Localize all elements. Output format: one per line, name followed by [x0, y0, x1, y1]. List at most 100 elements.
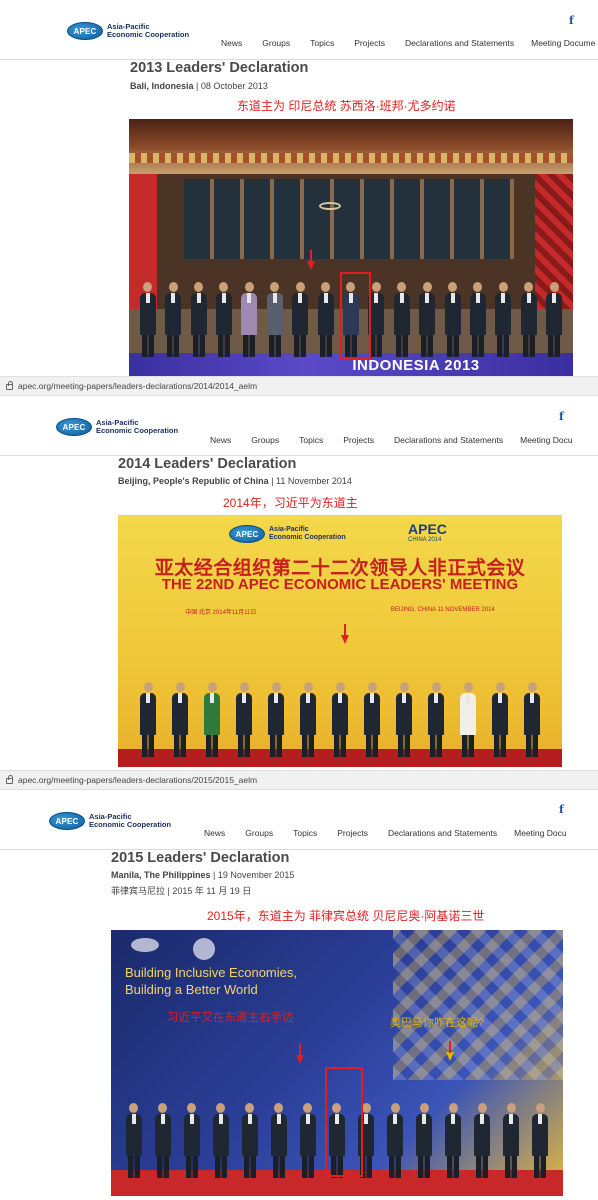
roof-trim	[129, 153, 573, 163]
leader	[503, 1103, 520, 1178]
declaration-location: Manila, The Philippines	[111, 870, 211, 880]
lock-icon	[6, 381, 13, 390]
triangle-pattern	[393, 930, 563, 1080]
banner-logo-line-2: Economic Cooperation	[269, 534, 346, 541]
main-nav: News Groups Topics Projects Declarations…	[210, 435, 593, 445]
apec-logo[interactable]: APEC Asia-Pacific Economic Cooperation	[67, 22, 189, 40]
site-header: APEC Asia-Pacific Economic Cooperation N…	[0, 790, 598, 850]
panel-2014: APEC Asia-Pacific Economic Cooperation N…	[0, 396, 598, 770]
leader	[474, 1103, 491, 1178]
leader	[204, 682, 220, 757]
apec-logo-badge: APEC	[67, 22, 103, 40]
arrow-indicator	[296, 1044, 304, 1064]
leader	[532, 1103, 549, 1178]
main-nav: News Groups Topics Projects Declarations…	[204, 828, 587, 838]
nav-projects[interactable]: Projects	[354, 38, 385, 48]
leaders-row	[118, 682, 562, 757]
leaders-group-photo: Building Inclusive Economies, Building a…	[111, 930, 563, 1196]
leader	[212, 1103, 229, 1178]
host-highlight-box	[340, 272, 371, 360]
panel-2015: APEC Asia-Pacific Economic Cooperation N…	[0, 790, 598, 1200]
leader	[546, 282, 563, 357]
nav-news[interactable]: News	[210, 435, 231, 445]
nav-groups[interactable]: Groups	[245, 828, 273, 838]
nav-news[interactable]: News	[221, 38, 242, 48]
url-text: apec.org/meeting-papers/leaders-declarat…	[18, 381, 258, 391]
declaration-location: Bali, Indonesia	[130, 81, 194, 91]
host-caption: 东道主为 印尼总统 苏西洛·班邦·尤多约诺	[237, 99, 456, 113]
apec-logo[interactable]: APEC Asia-Pacific Economic Cooperation	[49, 812, 171, 830]
leader	[140, 682, 156, 757]
facebook-icon[interactable]: f	[559, 803, 564, 816]
leader	[317, 282, 334, 357]
nav-meeting-docs[interactable]: Meeting Docu	[520, 435, 572, 445]
host-caption: 2014年，习近平为东道主	[223, 496, 358, 510]
emblem	[319, 202, 341, 210]
leader	[266, 282, 283, 357]
logo-badges	[131, 938, 215, 960]
page-title: 2014 Leaders' Declaration	[118, 456, 297, 472]
leader	[241, 1103, 258, 1178]
banner-text: INDONESIA 2013	[352, 356, 480, 374]
nav-declarations[interactable]: Declarations and Statements	[394, 435, 503, 445]
nav-topics[interactable]: Topics	[293, 828, 317, 838]
leader	[520, 282, 537, 357]
leader	[165, 282, 182, 357]
nav-groups[interactable]: Groups	[262, 38, 290, 48]
facebook-icon[interactable]: f	[559, 410, 564, 423]
banner-logo: APEC Asia-Pacific Economic Cooperation	[229, 525, 346, 543]
leader	[332, 682, 348, 757]
annotation-left: 习近平又在东道主右手边	[167, 1012, 294, 1024]
leader	[495, 282, 512, 357]
slogan-line-2: Building a Better World	[125, 982, 258, 997]
leader	[428, 682, 444, 757]
banner-logo-line-1: Asia-Pacific	[269, 526, 309, 533]
arrow-indicator	[307, 250, 315, 270]
leader	[445, 1103, 462, 1178]
nav-topics[interactable]: Topics	[299, 435, 323, 445]
page-title: 2015 Leaders' Declaration	[111, 850, 290, 866]
nav-meeting-docs[interactable]: Meeting Docume	[531, 38, 595, 48]
leader	[139, 282, 156, 357]
leaders-group-photo: APEC Asia-Pacific Economic Cooperation A…	[118, 515, 562, 767]
leader	[469, 282, 486, 357]
facebook-icon[interactable]: f	[569, 14, 574, 27]
nav-news[interactable]: News	[204, 828, 225, 838]
host-caption: 2015年，东道主为 菲律宾总统 贝尼尼奥·阿基诺三世	[207, 909, 485, 923]
nav-declarations[interactable]: Declarations and Statements	[388, 828, 497, 838]
declaration-date: | 08 October 2013	[196, 81, 268, 91]
nav-meeting-docs[interactable]: Meeting Docu	[514, 828, 566, 838]
logo-line-2: Economic Cooperation	[96, 426, 179, 435]
leader	[183, 1103, 200, 1178]
site-header: APEC Asia-Pacific Economic Cooperation N…	[0, 0, 598, 60]
browser-url-bar[interactable]: apec.org/meeting-papers/leaders-declarat…	[0, 770, 598, 790]
banner-english-title: THE 22ND APEC ECONOMIC LEADERS' MEETING	[161, 576, 519, 593]
leader	[387, 1103, 404, 1178]
page-title: 2013 Leaders' Declaration	[130, 60, 309, 76]
leader	[444, 282, 461, 357]
nav-topics[interactable]: Topics	[310, 38, 334, 48]
leader	[241, 282, 258, 357]
panel-2013: APEC Asia-Pacific Economic Cooperation N…	[0, 0, 598, 380]
nav-groups[interactable]: Groups	[251, 435, 279, 445]
apec-china-logo: APEC CHINA 2014	[386, 521, 447, 543]
apec-logo-badge: APEC	[56, 418, 92, 436]
banner-apec-badge: APEC	[229, 525, 265, 543]
leader	[268, 682, 284, 757]
declaration-meta-chinese: 菲律宾马尼拉 | 2015 年 11 月 19 日	[111, 886, 252, 896]
host-highlight-box	[325, 1067, 363, 1177]
logo-line-2: Economic Cooperation	[89, 820, 172, 829]
leader	[416, 1103, 433, 1178]
nav-declarations[interactable]: Declarations and Statements	[405, 38, 514, 48]
declaration-date: | 19 November 2015	[213, 870, 295, 880]
browser-url-bar[interactable]: apec.org/meeting-papers/leaders-declarat…	[0, 376, 598, 396]
leader	[419, 282, 436, 357]
nav-projects[interactable]: Projects	[337, 828, 368, 838]
site-header: APEC Asia-Pacific Economic Cooperation N…	[0, 396, 598, 456]
banner-slogan: Building Inclusive Economies, Building a…	[125, 964, 297, 998]
declaration-date: | 11 November 2014	[271, 476, 352, 486]
declaration-meta: Bali, Indonesia | 08 October 2013	[130, 81, 268, 91]
apec-logo[interactable]: APEC Asia-Pacific Economic Cooperation	[56, 418, 178, 436]
nav-projects[interactable]: Projects	[343, 435, 374, 445]
leader	[396, 682, 412, 757]
